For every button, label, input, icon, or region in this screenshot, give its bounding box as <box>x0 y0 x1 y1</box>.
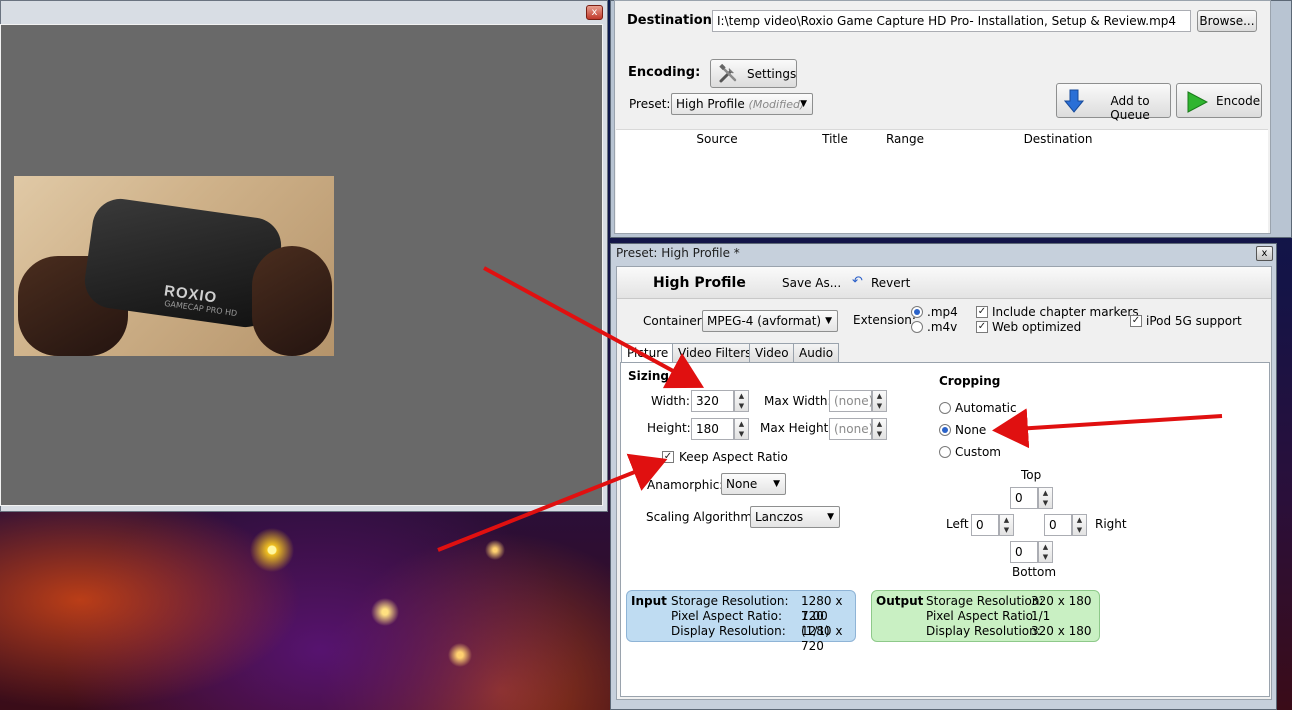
annotation-arrows <box>437 266 1223 552</box>
annotation-arrow-cropping <box>992 408 1223 449</box>
annotation-arrow-sizing <box>483 266 705 389</box>
annotation-arrow-aspect <box>437 453 668 552</box>
